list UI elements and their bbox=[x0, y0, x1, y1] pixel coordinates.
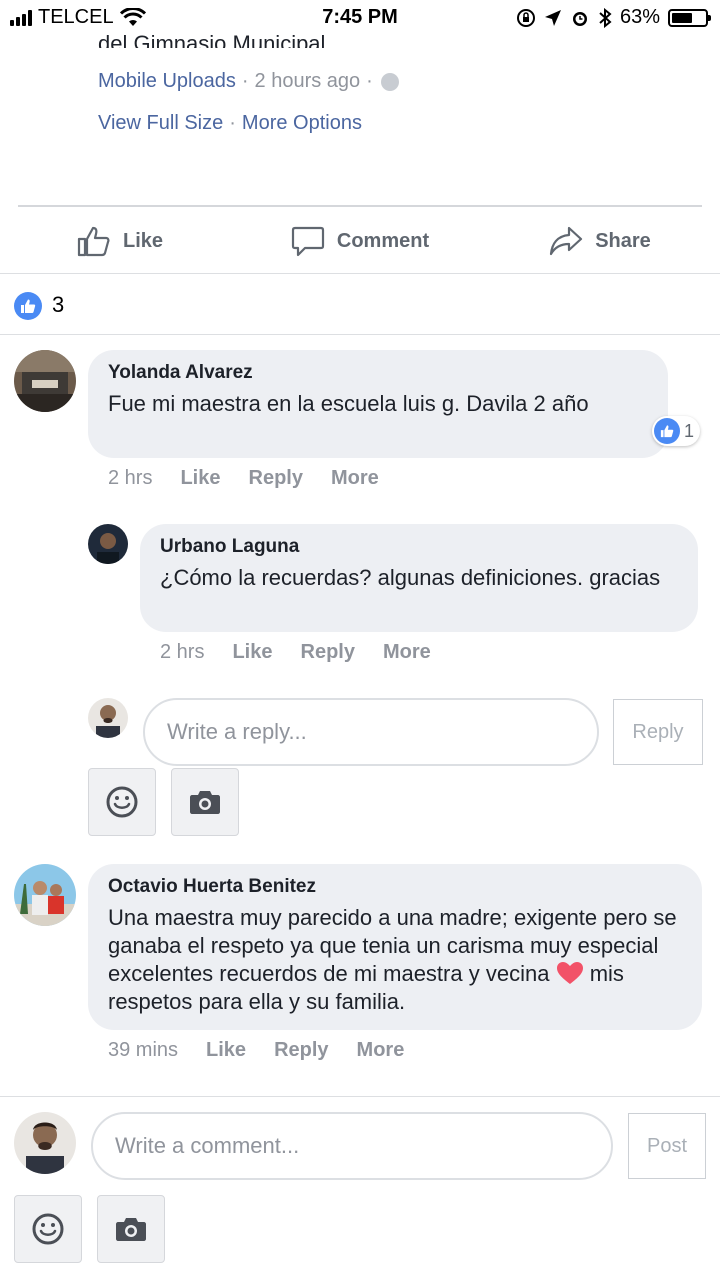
status-right: 63% bbox=[516, 6, 711, 29]
comment-text: Fue mi maestra en la escuela luis g. Dav… bbox=[108, 391, 589, 416]
share-button[interactable]: Share bbox=[480, 210, 720, 272]
comment-like-button[interactable]: Like bbox=[180, 467, 220, 490]
location-icon bbox=[544, 9, 561, 26]
thumbs-up-icon bbox=[77, 226, 110, 257]
smiley-icon bbox=[32, 1213, 64, 1245]
comment-meta: 2 hrs Like Reply More bbox=[108, 467, 379, 490]
alarm-icon bbox=[572, 11, 587, 26]
post-comment-button[interactable]: Post bbox=[628, 1113, 706, 1179]
comment-reply-button[interactable]: Reply bbox=[301, 641, 355, 664]
divider bbox=[0, 334, 720, 335]
comment-label: Comment bbox=[336, 229, 430, 252]
divider bbox=[0, 273, 720, 274]
post-meta: Mobile Uploads · 2 hours ago · bbox=[98, 70, 399, 93]
comment-text: Una maestra muy parecido a una madre; ex… bbox=[108, 904, 682, 1016]
camera-icon bbox=[190, 791, 220, 814]
post-text-fragment: del Gimnasio Municipal. bbox=[98, 31, 332, 48]
comment-bubble: Octavio Huerta Benitez Una maestra muy p… bbox=[88, 864, 702, 1030]
comment-like-button[interactable]: Like bbox=[206, 1039, 246, 1062]
camera-button[interactable] bbox=[97, 1195, 165, 1263]
comment-meta: 2 hrs Like Reply More bbox=[160, 641, 431, 664]
reaction-count[interactable]: 3 bbox=[52, 292, 64, 318]
comment-meta: 39 mins Like Reply More bbox=[108, 1039, 404, 1062]
comment-reaction-pill[interactable]: 1 bbox=[652, 416, 701, 446]
comment-more-button[interactable]: More bbox=[383, 641, 431, 664]
heart-icon bbox=[556, 962, 583, 984]
comment-bubble: Yolanda Alvarez Fue mi maestra en la esc… bbox=[88, 350, 668, 458]
comment-button[interactable]: Comment bbox=[240, 210, 480, 272]
avatar[interactable] bbox=[14, 350, 76, 412]
comment-like-button[interactable]: Like bbox=[232, 641, 272, 664]
reply-input[interactable]: Write a reply... bbox=[143, 698, 599, 766]
more-options-link[interactable]: More Options bbox=[242, 112, 362, 135]
share-label: Share bbox=[595, 229, 651, 252]
user-avatar bbox=[14, 1112, 76, 1174]
like-reaction-icon[interactable] bbox=[14, 292, 42, 320]
emoji-button[interactable] bbox=[14, 1195, 82, 1263]
avatar[interactable] bbox=[14, 864, 76, 926]
post-time: 2 hours ago bbox=[254, 70, 361, 92]
globe-icon bbox=[380, 72, 399, 91]
commenter-name[interactable]: Octavio Huerta Benitez bbox=[108, 876, 682, 898]
battery-icon bbox=[668, 8, 711, 27]
smiley-icon bbox=[106, 786, 138, 818]
commenter-name[interactable]: Yolanda Alvarez bbox=[108, 362, 648, 384]
comment-time: 2 hrs bbox=[108, 467, 153, 489]
comment-more-button[interactable]: More bbox=[331, 467, 379, 490]
comment-more-button[interactable]: More bbox=[357, 1039, 405, 1062]
comment-reply-button[interactable]: Reply bbox=[274, 1039, 328, 1062]
camera-button[interactable] bbox=[171, 768, 239, 836]
comment-time: 2 hrs bbox=[160, 641, 205, 663]
reply-submit-button[interactable]: Reply bbox=[613, 699, 703, 765]
bluetooth-icon bbox=[599, 7, 612, 28]
comment-text: ¿Cómo la recuerdas? algunas definiciones… bbox=[160, 565, 661, 590]
post-links: View Full Size · More Options bbox=[98, 112, 362, 135]
comment-icon bbox=[291, 226, 324, 257]
action-bar: Like Comment Share bbox=[0, 210, 720, 272]
commenter-name[interactable]: Urbano Laguna bbox=[160, 536, 678, 558]
rotation-lock-icon bbox=[516, 8, 535, 27]
comment-input[interactable]: Write a comment... bbox=[91, 1112, 613, 1180]
like-label: Like bbox=[122, 229, 164, 252]
user-avatar bbox=[88, 698, 128, 738]
camera-icon bbox=[116, 1218, 146, 1241]
divider bbox=[18, 205, 702, 207]
emoji-button[interactable] bbox=[88, 768, 156, 836]
divider bbox=[0, 1096, 720, 1097]
share-icon bbox=[550, 226, 583, 256]
like-button[interactable]: Like bbox=[0, 210, 240, 272]
comment-reply-button[interactable]: Reply bbox=[249, 467, 303, 490]
post-source-link[interactable]: Mobile Uploads bbox=[98, 70, 236, 93]
like-reaction-icon bbox=[654, 418, 680, 444]
view-full-size-link[interactable]: View Full Size bbox=[98, 112, 223, 135]
avatar[interactable] bbox=[88, 524, 128, 564]
comment-time: 39 mins bbox=[108, 1039, 179, 1061]
comment-bubble: Urbano Laguna ¿Cómo la recuerdas? alguna… bbox=[140, 524, 698, 632]
battery-percent: 63% bbox=[619, 6, 660, 28]
comment-reaction-count: 1 bbox=[684, 420, 695, 441]
